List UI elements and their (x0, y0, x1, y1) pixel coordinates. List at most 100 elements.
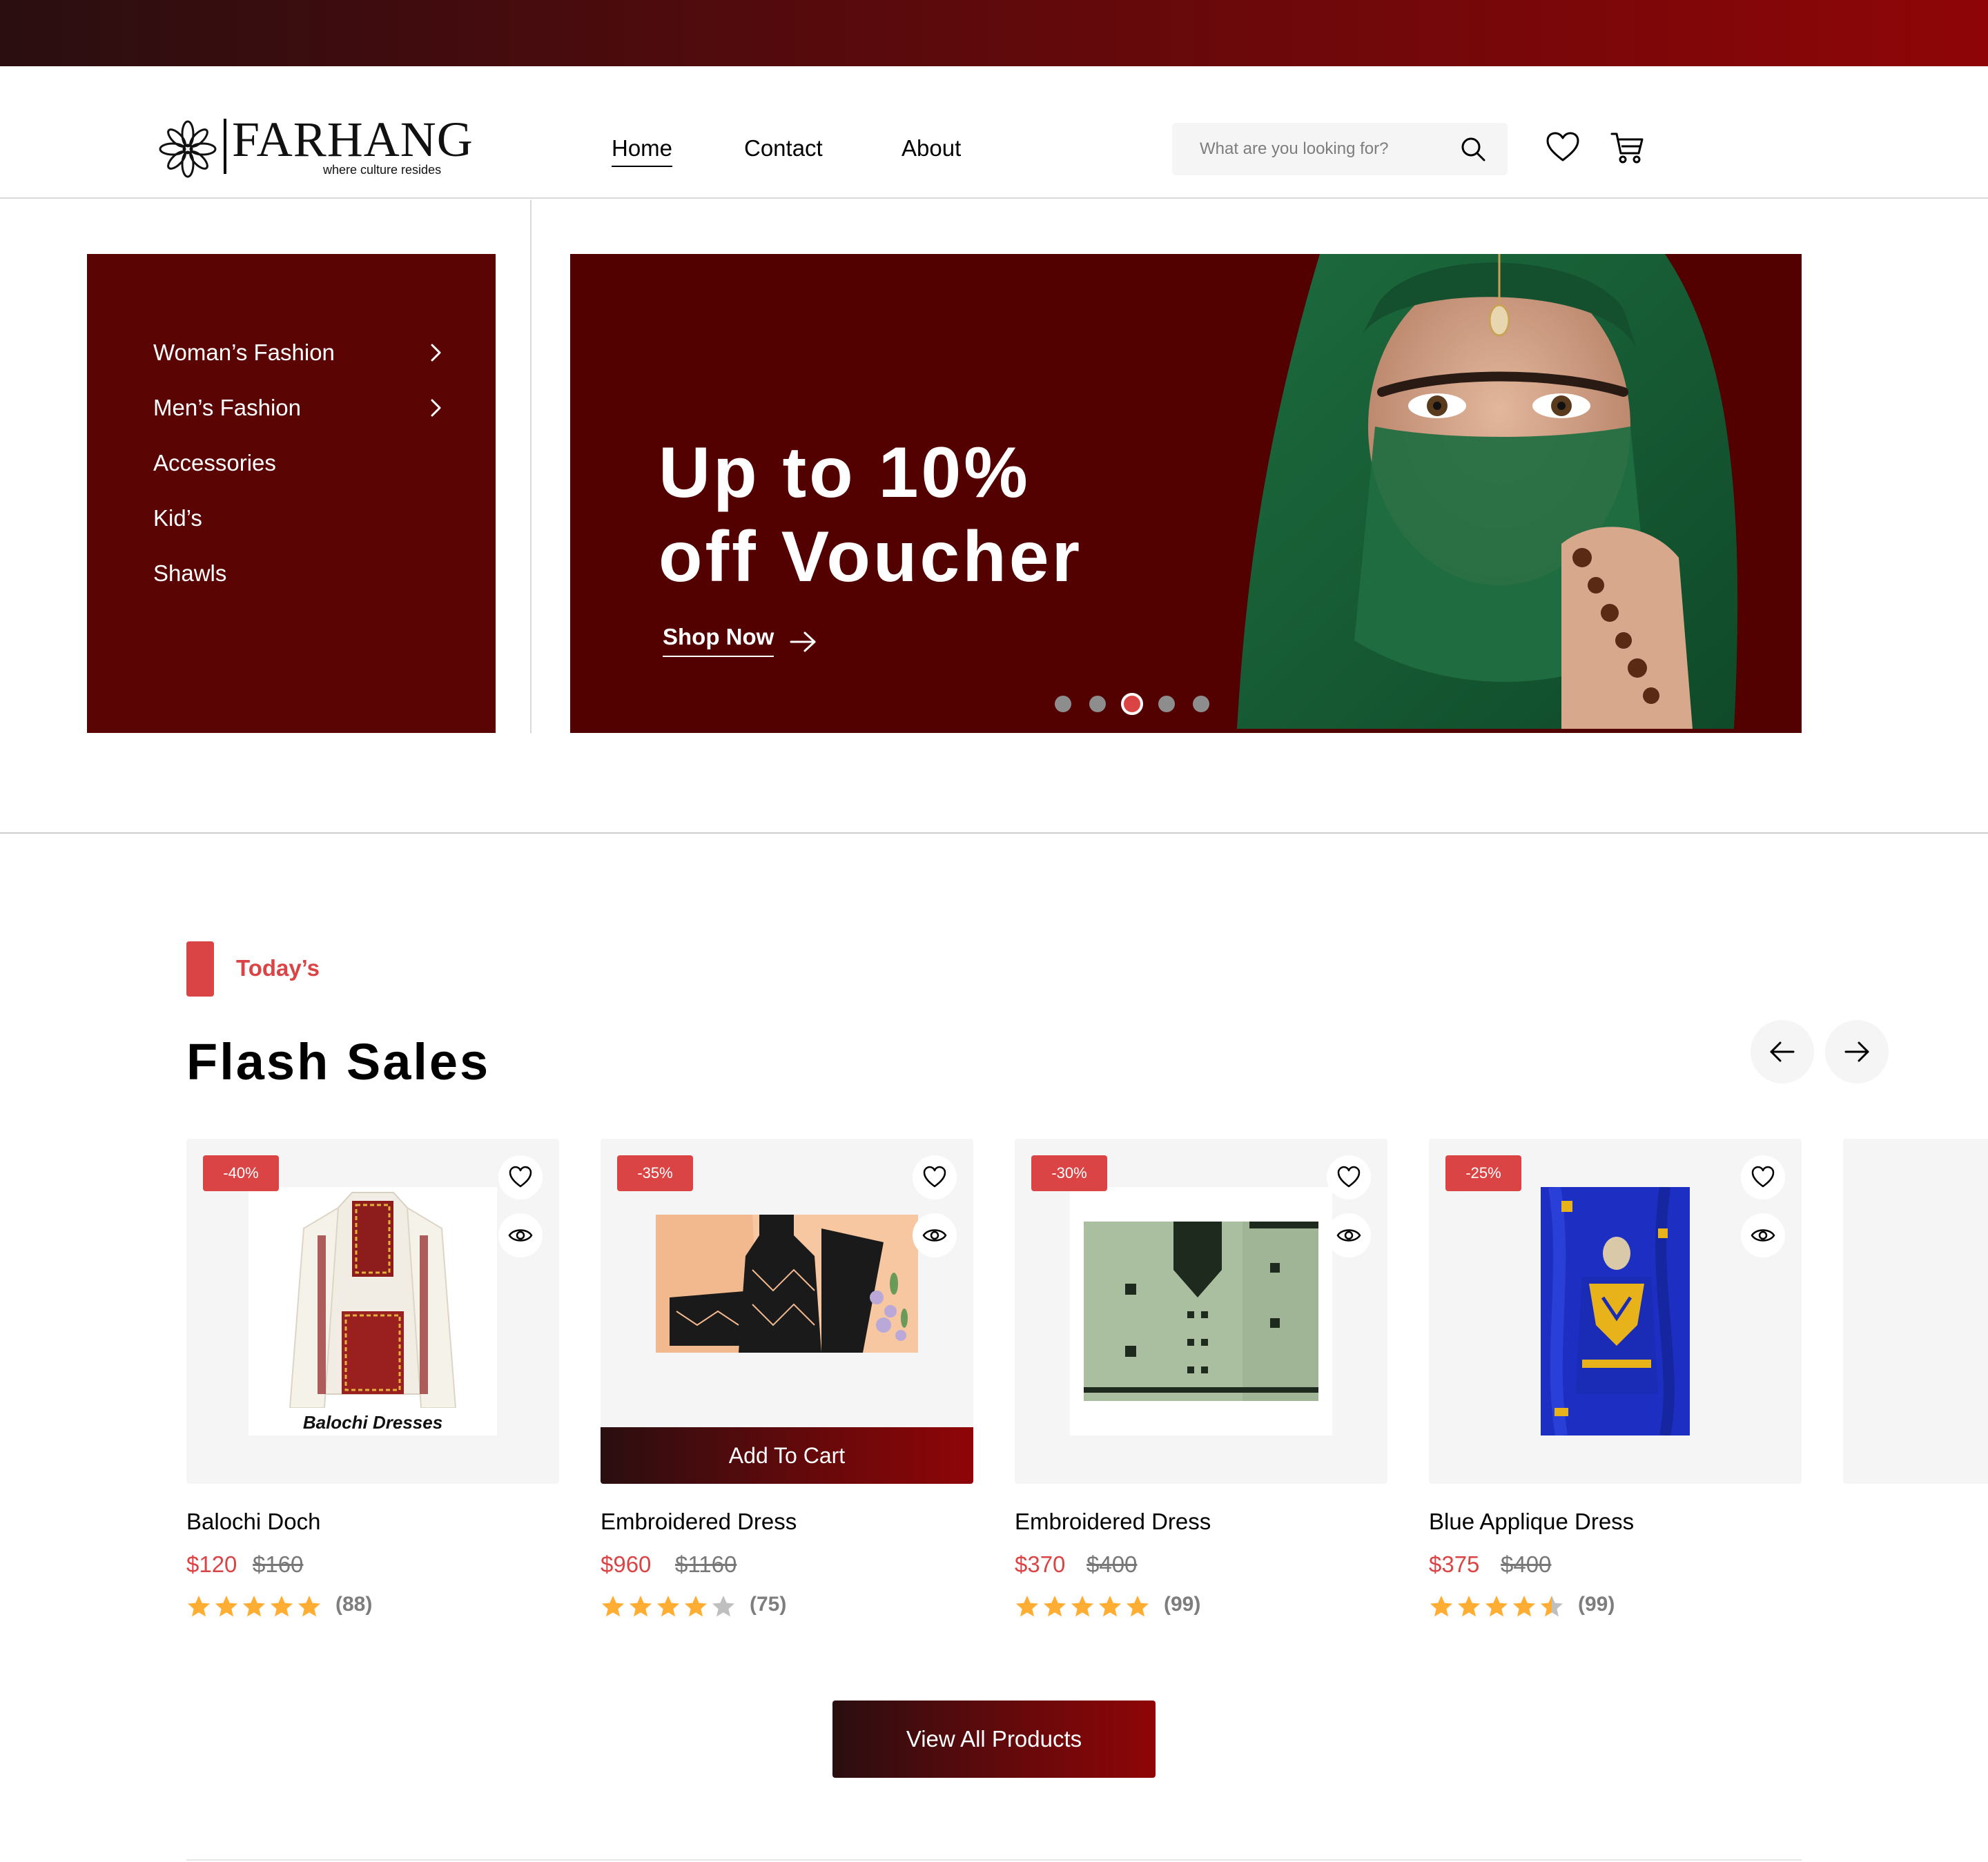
star-icon (243, 1596, 265, 1617)
quick-view-button[interactable] (1741, 1213, 1785, 1257)
quick-view-button[interactable] (1327, 1213, 1371, 1257)
heart-icon (1337, 1166, 1361, 1188)
blue-applique-dress-image (1541, 1187, 1690, 1435)
discount-badge: -30% (1031, 1155, 1107, 1191)
hero-title-line1: Up to 10% (659, 433, 1031, 513)
arrow-right-icon[interactable] (788, 629, 819, 654)
carousel-dot-5[interactable] (1193, 696, 1209, 712)
arrow-right-icon (1844, 1041, 1869, 1062)
view-all-products-button[interactable]: View All Products (832, 1701, 1156, 1778)
review-count: (99) (1578, 1593, 1615, 1616)
heart-icon (509, 1166, 532, 1188)
quick-view-button[interactable] (913, 1213, 957, 1257)
arrow-left-icon (1770, 1041, 1795, 1062)
chevron-right-icon[interactable] (425, 342, 446, 363)
review-count: (88) (335, 1593, 373, 1616)
product-image-box: -25% (1429, 1139, 1802, 1484)
sidebar-item-kids[interactable]: Kid’s (153, 505, 202, 531)
discount-badge: -25% (1445, 1155, 1521, 1191)
hero-banner: Up to 10% off Voucher Shop Now (570, 254, 1802, 733)
product-price: $375 (1429, 1551, 1480, 1577)
quick-view-button[interactable] (498, 1213, 543, 1257)
star-icon (1458, 1596, 1480, 1617)
wishlist-button[interactable] (1327, 1155, 1371, 1199)
section-divider (0, 832, 1988, 834)
wishlist-button[interactable] (913, 1155, 957, 1199)
sidebar-item-accessories[interactable]: Accessories (153, 450, 276, 476)
search-input[interactable] (1200, 123, 1448, 175)
product-name[interactable]: Embroidered Dress (601, 1509, 797, 1535)
star-icon (685, 1596, 707, 1617)
discount-badge: -40% (203, 1155, 279, 1191)
search-bar (1172, 123, 1508, 175)
eye-icon (1336, 1229, 1361, 1242)
green-dress-image (1084, 1222, 1318, 1401)
nav-contact[interactable]: Contact (744, 135, 823, 161)
star-icon (1044, 1596, 1066, 1617)
sidebar-item-shawls[interactable]: Shawls (153, 560, 226, 587)
image-caption: Balochi Dresses (302, 1412, 443, 1433)
carousel-dot-1[interactable] (1055, 696, 1071, 712)
eye-icon (922, 1229, 947, 1242)
product-old-price: $400 (1501, 1551, 1552, 1577)
product-name[interactable]: Blue Applique Dress (1429, 1509, 1634, 1535)
sidebar-item-womens-fashion[interactable]: Woman’s Fashion (153, 340, 335, 366)
hero-title-line2: off Voucher (659, 517, 1083, 597)
star-icon (1430, 1596, 1452, 1617)
product-price: $120 (186, 1551, 237, 1577)
search-icon[interactable] (1459, 135, 1487, 163)
next-button[interactable] (1825, 1020, 1889, 1084)
chevron-right-icon[interactable] (425, 398, 446, 418)
carousel-dot-4[interactable] (1158, 696, 1175, 712)
embroidered-dress-image (656, 1215, 918, 1353)
product-image-box: -30% (1015, 1139, 1387, 1484)
star-icon (630, 1596, 652, 1617)
carousel-dot-2[interactable] (1089, 696, 1106, 712)
section-title: Flash Sales (186, 1033, 491, 1090)
star-icon (271, 1596, 293, 1617)
star-icon (1541, 1596, 1563, 1617)
vertical-divider (530, 200, 532, 733)
prev-button[interactable] (1751, 1020, 1814, 1084)
section-label: Today’s (236, 955, 320, 981)
category-sidebar: Woman’s Fashion Men’s Fashion Accessorie… (87, 254, 496, 733)
carousel-dot-3[interactable] (1121, 693, 1143, 715)
star-icon (1016, 1596, 1038, 1617)
product-image-box: Balochi Dresses -40% (186, 1139, 559, 1484)
wishlist-heart-icon[interactable] (1545, 130, 1581, 166)
wishlist-button[interactable] (498, 1155, 543, 1199)
flower-logo-icon (159, 120, 217, 178)
nav-about[interactable]: About (902, 135, 961, 161)
nav-home[interactable]: Home (612, 135, 673, 167)
top-banner (0, 0, 1988, 66)
hero-title: Up to 10% off Voucher (659, 431, 1211, 599)
logo-divider (224, 119, 226, 174)
section-tag-marker (186, 941, 214, 997)
product-card-partial[interactable] (1843, 1139, 1988, 1484)
add-to-cart-button[interactable]: Add To Cart (601, 1427, 973, 1484)
product-old-price: $400 (1086, 1551, 1138, 1577)
star-icon (1071, 1596, 1093, 1617)
eye-icon (508, 1229, 533, 1242)
star-icon (298, 1596, 320, 1617)
wishlist-button[interactable] (1741, 1155, 1785, 1199)
site-header: FARHANG where culture resides Home Conta… (0, 66, 1988, 199)
sidebar-item-mens-fashion[interactable]: Men’s Fashion (153, 395, 301, 421)
discount-badge: -35% (617, 1155, 693, 1191)
review-count: (75) (750, 1593, 787, 1616)
product-image (1070, 1187, 1332, 1435)
heart-icon (923, 1166, 946, 1188)
bottom-divider (186, 1859, 1802, 1861)
product-name[interactable]: Embroidered Dress (1015, 1509, 1211, 1535)
cart-icon[interactable] (1610, 130, 1646, 166)
star-icon (215, 1596, 237, 1617)
star-icon (1513, 1596, 1535, 1617)
product-price: $960 (601, 1551, 652, 1577)
shop-now-link[interactable]: Shop Now (663, 624, 774, 657)
brand-tagline: where culture resides (323, 163, 442, 177)
brand-name: FARHANG (232, 112, 474, 167)
review-count: (99) (1164, 1593, 1201, 1616)
product-name[interactable]: Balochi Doch (186, 1509, 320, 1535)
product-old-price: $1160 (675, 1551, 737, 1577)
product-old-price: $160 (253, 1551, 304, 1577)
